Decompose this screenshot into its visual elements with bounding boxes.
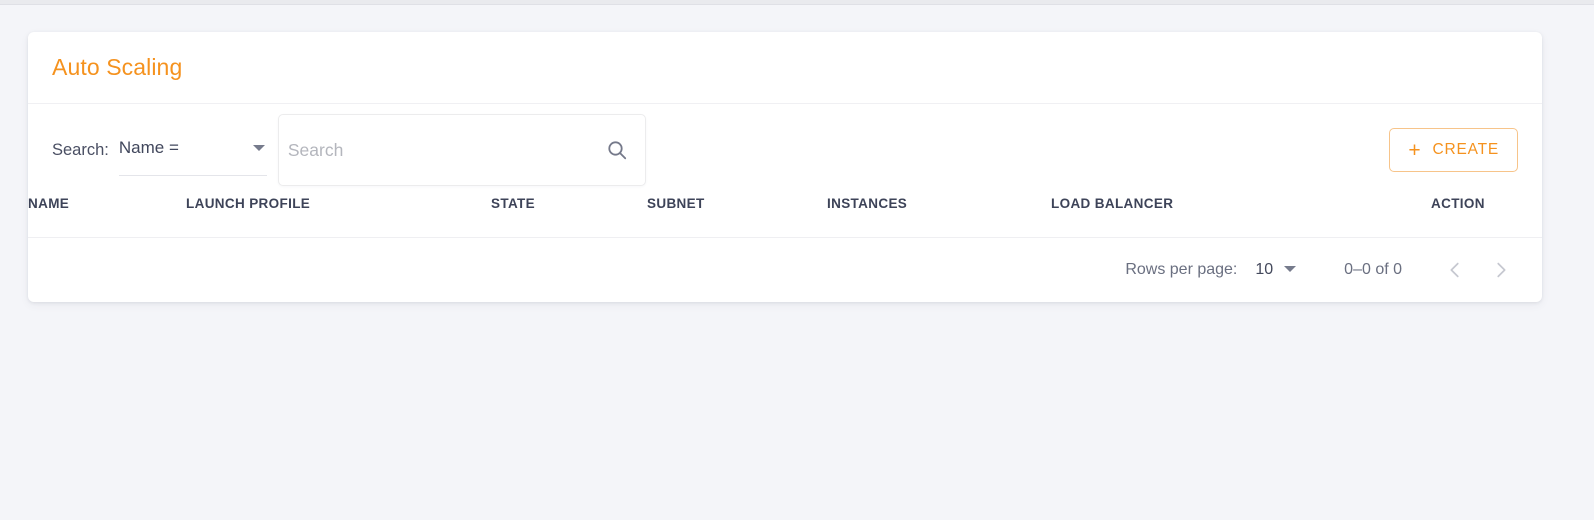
create-button-label: CREATE [1432,141,1499,158]
chevron-down-icon [1284,265,1297,272]
search-group: Search: Name = [52,114,646,186]
page-title: Auto Scaling [52,54,183,80]
card-header: Auto Scaling [28,32,1542,104]
window-top-strip [0,0,1594,5]
toolbar: Search: Name = + CREATE [28,104,1542,196]
chevron-left-icon[interactable] [1444,259,1466,281]
column-header-name: NAME [28,196,186,238]
search-icon[interactable] [605,138,629,162]
page-navigation [1444,259,1512,281]
auto-scaling-card: Auto Scaling Search: Name = + CREATE [28,32,1542,302]
pagination-range-label: 0–0 of 0 [1344,261,1402,278]
column-header-instances: INSTANCES [827,196,1051,238]
column-header-action: ACTION [1431,196,1542,238]
chevron-right-icon[interactable] [1490,259,1512,281]
rows-per-page-value: 10 [1255,261,1274,278]
plus-icon: + [1408,138,1422,162]
column-header-launch-profile: LAUNCH PROFILE [186,196,491,238]
search-field-select[interactable]: Name = [118,124,267,176]
column-header-load-balancer: LOAD BALANCER [1051,196,1431,238]
column-header-subnet: SUBNET [647,196,827,238]
table-header-row: NAME LAUNCH PROFILE STATE SUBNET INSTANC… [28,196,1542,238]
search-field-select-value: Name = [118,138,179,157]
rows-per-page-select[interactable]: 10 [1255,261,1298,279]
chevron-down-icon [252,145,265,151]
create-button[interactable]: + CREATE [1389,128,1518,172]
rows-per-page-label: Rows per page: [1125,261,1238,278]
pagination-bar: Rows per page: 10 0–0 of 0 [28,238,1542,302]
auto-scaling-table: NAME LAUNCH PROFILE STATE SUBNET INSTANC… [28,196,1542,238]
search-input[interactable] [287,139,605,161]
search-box[interactable] [277,114,646,186]
search-label: Search: [52,140,109,159]
column-header-state: STATE [491,196,647,238]
